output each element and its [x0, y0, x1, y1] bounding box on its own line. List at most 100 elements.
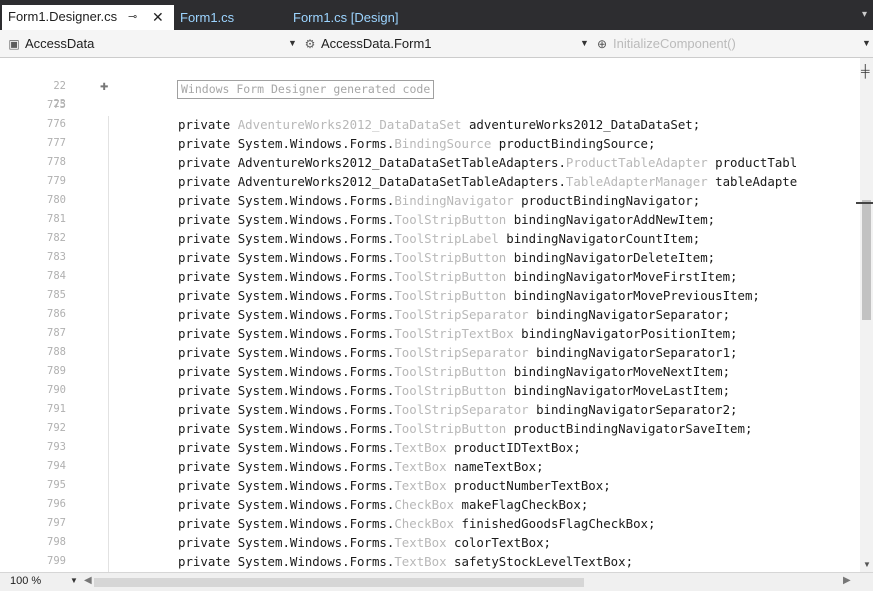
line-number: 777: [47, 137, 66, 149]
chevron-down-icon[interactable]: ▼: [580, 38, 589, 48]
code-line: 786 private System.Windows.Forms.ToolStri…: [0, 305, 860, 324]
code-text[interactable]: private AdventureWorks2012_DataDataSet a…: [178, 115, 700, 134]
code-line: 781 private System.Windows.Forms.ToolStri…: [0, 210, 860, 229]
code-text[interactable]: private System.Windows.Forms.CheckBox fi…: [178, 514, 655, 533]
field-name: bindingNavigatorAddNewItem;: [513, 212, 716, 227]
type-class: TextBox: [394, 554, 447, 569]
code-line: 793 private System.Windows.Forms.TextBox …: [0, 438, 860, 457]
type-namespace: System.Windows.Forms.: [237, 402, 395, 417]
split-icon[interactable]: ╪: [861, 64, 870, 78]
code-text[interactable]: private System.Windows.Forms.TextBox pro…: [178, 476, 611, 495]
code-text[interactable]: private System.Windows.Forms.TextBox saf…: [178, 552, 633, 571]
tab-label: Form1.Designer.cs: [8, 9, 118, 24]
line-number: 795: [47, 479, 66, 491]
class-label: AccessData.Form1: [321, 36, 432, 51]
code-text[interactable]: private System.Windows.Forms.TextBox col…: [178, 533, 551, 552]
field-name: bindingNavigatorPositionItem;: [521, 326, 738, 341]
code-line: 785 private System.Windows.Forms.ToolStri…: [0, 286, 860, 305]
keyword: private: [178, 136, 231, 151]
tab-form1-designer[interactable]: Form1.Designer.cs ⊸ ✕: [2, 5, 174, 30]
keyword: private: [178, 459, 231, 474]
field-name: productTabl: [715, 155, 798, 170]
code-text[interactable]: private System.Windows.Forms.TextBox nam…: [178, 457, 544, 476]
project-dropdown[interactable]: ▣ AccessData: [6, 34, 298, 54]
keyword: private: [178, 402, 231, 417]
chevron-down-icon[interactable]: ▼: [288, 38, 297, 48]
type-class: CheckBox: [394, 497, 455, 512]
code-text[interactable]: private System.Windows.Forms.ToolStripBu…: [178, 362, 730, 381]
class-dropdown[interactable]: ⚙ AccessData.Form1: [302, 34, 592, 54]
field-name: bindingNavigatorSeparator;: [536, 307, 731, 322]
type-namespace: System.Windows.Forms.: [237, 269, 395, 284]
code-text[interactable]: private System.Windows.Forms.ToolStripBu…: [178, 381, 730, 400]
line-number: 790: [47, 384, 66, 396]
scroll-down-icon[interactable]: ▼: [863, 560, 871, 569]
type-class: ProductTableAdapter: [565, 155, 708, 170]
code-text[interactable]: private System.Windows.Forms.ToolStripBu…: [178, 248, 715, 267]
scrollbar-thumb[interactable]: [862, 200, 871, 320]
type-namespace: System.Windows.Forms.: [237, 326, 395, 341]
line-number: 792: [47, 422, 66, 434]
code-text[interactable]: private System.Windows.Forms.ToolStripBu…: [178, 419, 752, 438]
type-namespace: System.Windows.Forms.: [237, 497, 395, 512]
chevron-down-icon[interactable]: ▼: [70, 576, 78, 585]
code-text[interactable]: private System.Windows.Forms.CheckBox ma…: [178, 495, 588, 514]
code-text[interactable]: private System.Windows.Forms.ToolStripBu…: [178, 267, 738, 286]
type-class: ToolStripLabel: [394, 231, 499, 246]
code-line: 783 private System.Windows.Forms.ToolStri…: [0, 248, 860, 267]
zoom-level[interactable]: 100 %: [10, 575, 41, 587]
code-text[interactable]: private System.Windows.Forms.ToolStripBu…: [178, 210, 715, 229]
code-text[interactable]: private System.Windows.Forms.TextBox pro…: [178, 438, 581, 457]
project-label: AccessData: [25, 36, 95, 51]
type-namespace: System.Windows.Forms.: [237, 421, 395, 436]
code-text[interactable]: private AdventureWorks2012_DataDataSetTa…: [178, 172, 797, 191]
tab-form1-cs[interactable]: Form1.cs: [174, 6, 284, 30]
code-text[interactable]: private System.Windows.Forms.ToolStripSe…: [178, 400, 738, 419]
project-icon: ▣: [8, 37, 20, 51]
tab-form1-design[interactable]: Form1.cs [Design]: [287, 6, 407, 30]
keyword: private: [178, 212, 231, 227]
close-icon[interactable]: ✕: [152, 5, 164, 29]
code-text[interactable]: [178, 96, 193, 115]
code-editor[interactable]: 22 23 ✚ Windows Form Designer generated …: [0, 58, 860, 572]
type-namespace: System.Windows.Forms.: [237, 516, 395, 531]
field-name: productBindingSource;: [498, 136, 656, 151]
field-name: bindingNavigatorMovePreviousItem;: [513, 288, 760, 303]
code-text[interactable]: private System.Windows.Forms.BindingSour…: [178, 134, 655, 153]
pin-icon[interactable]: ⊸: [128, 5, 137, 29]
line-number: 797: [47, 517, 66, 529]
horizontal-scrollbar-thumb[interactable]: [94, 578, 584, 587]
code-text[interactable]: private System.Windows.Forms.ToolStripBu…: [178, 286, 760, 305]
scroll-right-icon[interactable]: ▶: [843, 575, 851, 586]
line-number: 782: [47, 232, 66, 244]
code-text[interactable]: private AdventureWorks2012_DataDataSetTa…: [178, 153, 797, 172]
line-number: 788: [47, 346, 66, 358]
keyword: private: [178, 345, 231, 360]
field-name: bindingNavigatorSeparator2;: [536, 402, 738, 417]
type-class: TextBox: [394, 459, 447, 474]
type-class: AdventureWorks2012_DataDataSet: [237, 117, 462, 132]
code-text[interactable]: private System.Windows.Forms.BindingNavi…: [178, 191, 700, 210]
code-line: 796 private System.Windows.Forms.CheckBox…: [0, 495, 860, 514]
expand-region-icon[interactable]: ✚: [100, 83, 109, 93]
keyword: private: [178, 440, 231, 455]
line-number: 787: [47, 327, 66, 339]
keyword: private: [178, 250, 231, 265]
field-name: productBindingNavigator;: [521, 193, 701, 208]
line-number: 783: [47, 251, 66, 263]
scroll-left-icon[interactable]: ◀: [84, 575, 92, 586]
line-number: 798: [47, 536, 66, 548]
line-number: 789: [47, 365, 66, 377]
chevron-down-icon[interactable]: ▼: [862, 38, 871, 48]
code-line: 799 private System.Windows.Forms.TextBox …: [0, 552, 860, 571]
tab-overflow-icon[interactable]: ▾: [862, 9, 867, 20]
code-text[interactable]: private System.Windows.Forms.ToolStripSe…: [178, 343, 738, 362]
line-number: 793: [47, 441, 66, 453]
field-name: adventureWorks2012_DataDataSet;: [468, 117, 701, 132]
code-text[interactable]: private System.Windows.Forms.ToolStripTe…: [178, 324, 738, 343]
code-text[interactable]: private System.Windows.Forms.ToolStripLa…: [178, 229, 700, 248]
code-text[interactable]: private System.Windows.Forms.ToolStripSe…: [178, 305, 730, 324]
keyword: private: [178, 231, 231, 246]
type-class: ToolStripButton: [394, 364, 507, 379]
member-dropdown[interactable]: ⊕ InitializeComponent(): [594, 34, 870, 54]
